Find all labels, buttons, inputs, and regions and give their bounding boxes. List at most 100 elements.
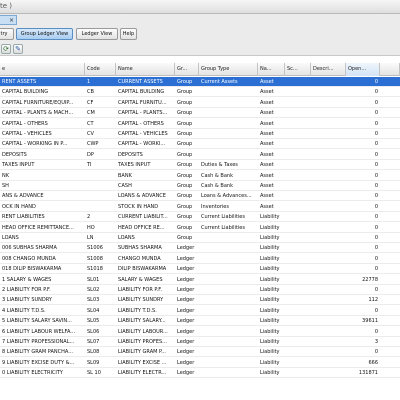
cell-name: LIABILITY LABOUR... [118, 328, 168, 335]
cell-name-partial: 8 LIABILITY GRAM PANCHA... [2, 349, 73, 356]
table-row[interactable]: HEAD OFFICE REMITTANCE... HO HEAD OFFICE R… [0, 223, 400, 233]
header-name[interactable]: Name [116, 63, 175, 76]
cell-name: STOCK IN HAND [118, 203, 159, 210]
table-row[interactable]: RENT ASSETS 1 CURRENT ASSETS Group Current A… [0, 77, 400, 87]
table-row[interactable]: CAPITAL - VEHICLES CV CAPITAL - VEHICLES Gr… [0, 129, 400, 139]
cell-group-type [199, 327, 258, 337]
tab-ledger-view[interactable]: Ledger View [76, 28, 118, 40]
table-row[interactable]: 2 LIABILITY FOR P.F. SL02 LIABILITY FOR P.… [0, 285, 400, 295]
cell-group-type [199, 306, 258, 316]
table-row[interactable]: CAPITAL - PLANTS & MACH... CM CAPITAL - PL… [0, 108, 400, 119]
cell-code: SL03 [87, 297, 100, 304]
header-opening[interactable]: Open... [346, 63, 380, 76]
cell-schedule [285, 254, 311, 264]
header-nature[interactable]: Na... [258, 63, 285, 76]
header-extra[interactable] [380, 63, 400, 76]
cell-name: HEAD OFFICE RE... [118, 224, 165, 231]
grid-header: e Code Name Gr... Group Type Na... Sc...… [0, 63, 400, 76]
header-description[interactable]: Descri... [311, 63, 346, 76]
table-row[interactable]: 4 LIABILITY T.D.S. SL04 LIABILITY T.D.S. Le… [0, 306, 400, 316]
table-row[interactable]: 3 LIABILITY SUNDRY SL03 LIABILITY SUNDRY Le… [0, 295, 400, 306]
cell-opening: 0 [374, 183, 378, 189]
cell-group-type [199, 285, 258, 295]
table-row[interactable]: ANS & ADVANCE LOANS & ADVANCE Group Loans &… [0, 191, 400, 202]
header-name-partial[interactable]: e [0, 63, 85, 76]
cell-description [311, 108, 346, 118]
cell-group-type: Inventories [201, 203, 229, 210]
cell-code: TI [87, 162, 92, 169]
table-row[interactable]: RENT LIABILITIES 2 CURRENT LIABILIT... Grou… [0, 212, 400, 223]
table-row[interactable]: TAXES INPUT TI TAXES INPUT Group Duties & Ta… [0, 160, 400, 171]
cell-name-partial: 9 LIABILITY EXCISE DUTY &... [2, 359, 75, 366]
table-row[interactable]: 9 LIABILITY EXCISE DUTY &... SL09 LIABILIT… [0, 358, 400, 368]
cell-name: LIABILITY SUNDRY [118, 297, 164, 304]
header-code[interactable]: Code [85, 63, 116, 76]
table-row[interactable]: 008 CHANGO MUNDA S1008 CHANGO MUNDA Ledger L… [0, 254, 400, 264]
table-row[interactable]: 6 LIABILITY LABOUR WELFA... SL06 LIABILITY… [0, 327, 400, 337]
cell-schedule [285, 295, 311, 305]
header-group[interactable]: Gr... [175, 63, 199, 76]
cell-extra [380, 139, 400, 149]
table-row[interactable]: CAPITAL FURNITURE/EQUIP... CF CAPITAL FURN… [0, 98, 400, 108]
cell-nature: Asset [260, 172, 274, 179]
cell-group-type [199, 368, 258, 378]
table-row[interactable]: OCK IN HAND STOCK IN HAND Group Inventories… [0, 202, 400, 212]
cell-extra [380, 275, 400, 285]
table-row[interactable]: 006 SUBHAS SHARMA S1006 SUBHAS SHARMA Ledge… [0, 243, 400, 254]
cell-code: CB [87, 89, 94, 96]
cell-nature: Liability [260, 370, 280, 377]
cell-group-type [199, 316, 258, 326]
window-title: te ) [0, 2, 13, 10]
table-row[interactable]: 8 LIABILITY GRAM PANCHA... SL08 LIABILITY … [0, 347, 400, 358]
cell-extra [380, 337, 400, 347]
close-tab-icon[interactable]: × [9, 17, 14, 24]
cell-group-type [199, 139, 258, 149]
cell-group: Ledger [177, 245, 195, 252]
cell-schedule [285, 306, 311, 316]
cell-schedule [285, 347, 311, 357]
tab-help[interactable]: Help [120, 28, 137, 40]
cell-schedule [285, 171, 311, 181]
table-row[interactable]: NK BANK Group Cash & Bank Asset 0 [0, 171, 400, 181]
cell-group: Group [177, 79, 193, 85]
cell-nature: Asset [260, 151, 274, 158]
table-row[interactable]: CAPITAL - OTHERS CT CAPITAL - OTHERS Group A… [0, 119, 400, 129]
cell-nature: Asset [260, 193, 274, 200]
tab-group-ledger-view[interactable]: Group Ledger View [16, 28, 73, 40]
table-row[interactable]: 7 LIABILITY PROFESSIONAL... SL07 LIABILITY… [0, 337, 400, 347]
table-row[interactable]: CAPITAL BUILDING CB CAPITAL BUILDING Group A… [0, 87, 400, 98]
table-row[interactable]: 0 LIABILITY ELECTRICITY SL 10 LIABILITY EL… [0, 368, 400, 379]
cell-extra [380, 223, 400, 233]
header-group-type[interactable]: Group Type [199, 63, 258, 76]
cell-name: LIABILITY T.D.S. [118, 307, 157, 314]
title-bar: te ) [0, 0, 400, 14]
cell-code [85, 202, 116, 212]
cell-description [311, 275, 346, 285]
header-schedule[interactable]: Sc... [285, 63, 311, 76]
edit-icon[interactable]: ✎ [13, 44, 23, 54]
cell-name-partial: HEAD OFFICE REMITTANCE... [2, 224, 74, 231]
table-row[interactable]: 5 LIABILITY SALARY SAVIN... SL05 LIABILITY… [0, 316, 400, 327]
cell-nature: Liability [260, 328, 280, 335]
table-row[interactable]: SH CASH Group Cash & Bank Asset 0 [0, 181, 400, 191]
table-row[interactable]: 1 SALARY & WAGES SL01 SALARY & WAGES Ledger… [0, 275, 400, 285]
table-row[interactable]: DEPOSITS DP DEPOSITS Group Asset 0 [0, 150, 400, 160]
cell-name: CAPITAL - OTHERS [118, 120, 164, 127]
cell-schedule [285, 108, 311, 118]
cell-schedule [285, 233, 311, 243]
group-ledger-grid: e Code Name Gr... Group Type Na... Sc...… [0, 63, 400, 400]
cell-opening: 0 [374, 266, 378, 273]
document-tab[interactable]: × [0, 15, 17, 25]
table-row[interactable]: CAPITAL - WORKING IN P... CWP CAPITAL - WO… [0, 139, 400, 150]
tab-entry[interactable]: try [0, 28, 14, 40]
cell-group: Ledger [177, 328, 195, 335]
cell-extra [380, 77, 400, 87]
refresh-icon[interactable]: ⟳ [1, 44, 11, 54]
table-row[interactable]: 018 DILIP BISWAKARMA S1018 DILIP BISWAKARM… [0, 264, 400, 275]
cell-description [311, 306, 346, 316]
cell-code: SL02 [87, 287, 100, 293]
cell-opening: 0 [374, 349, 378, 356]
cell-description [311, 129, 346, 139]
table-row[interactable]: LOANS LN LOANS Group Liability 0 [0, 233, 400, 243]
cell-group-type [199, 98, 258, 108]
